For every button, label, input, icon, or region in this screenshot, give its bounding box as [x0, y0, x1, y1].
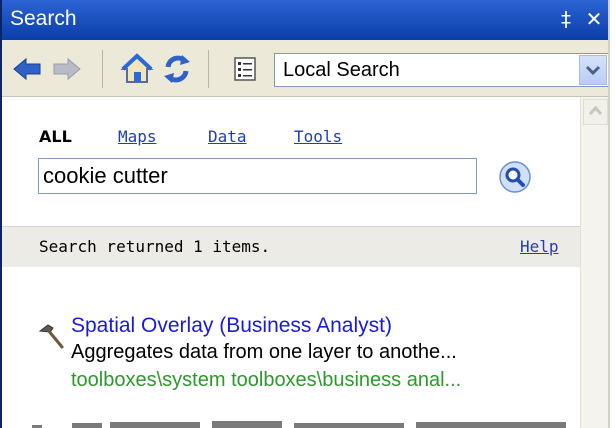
pin-icon[interactable]: ‡ — [554, 6, 578, 32]
tab-data[interactable]: Data — [208, 127, 247, 146]
refresh-icon[interactable] — [160, 52, 194, 86]
tab-tools[interactable]: Tools — [294, 127, 342, 146]
search-scope-dropdown[interactable]: Local Search — [274, 53, 608, 87]
tab-maps[interactable]: Maps — [118, 127, 157, 146]
scroll-up-arrow-icon[interactable] — [583, 99, 608, 125]
result-path: toolboxes\system toolboxes\business anal… — [71, 369, 462, 391]
hammer-icon — [37, 322, 65, 350]
magnifier-icon — [499, 161, 531, 193]
search-scope-value: Local Search — [283, 59, 400, 81]
search-go-button[interactable] — [499, 161, 531, 193]
result-title[interactable]: Spatial Overlay (Business Analyst) — [71, 314, 392, 338]
truncated-row — [32, 415, 572, 428]
toolbar-separator — [208, 50, 209, 88]
search-input[interactable] — [38, 158, 477, 194]
title-bar: Search ‡ ✕ — [2, 0, 608, 40]
window-title: Search — [10, 7, 77, 30]
result-description: Aggregates data from one layer to anothe… — [71, 341, 457, 363]
toolbar-separator — [102, 50, 103, 88]
vertical-scrollbar[interactable] — [580, 97, 608, 428]
back-arrow-icon[interactable] — [10, 52, 44, 86]
help-link[interactable]: Help — [520, 237, 559, 256]
forward-arrow-icon[interactable] — [50, 52, 84, 86]
options-icon[interactable] — [228, 52, 262, 86]
chevron-down-icon[interactable] — [579, 55, 607, 85]
status-message: Search returned 1 items. — [39, 237, 271, 256]
home-icon[interactable] — [120, 52, 154, 86]
tab-all[interactable]: ALL — [39, 127, 72, 146]
close-icon[interactable]: ✕ — [582, 6, 606, 32]
search-window: Search ‡ ✕ Local Search ALL Maps Data To… — [0, 0, 610, 428]
status-bar: Search returned 1 items. Help — [2, 226, 580, 267]
search-panel: ALL Maps Data Tools Search returned 1 it… — [2, 97, 580, 428]
toolbar: Local Search — [2, 40, 608, 97]
